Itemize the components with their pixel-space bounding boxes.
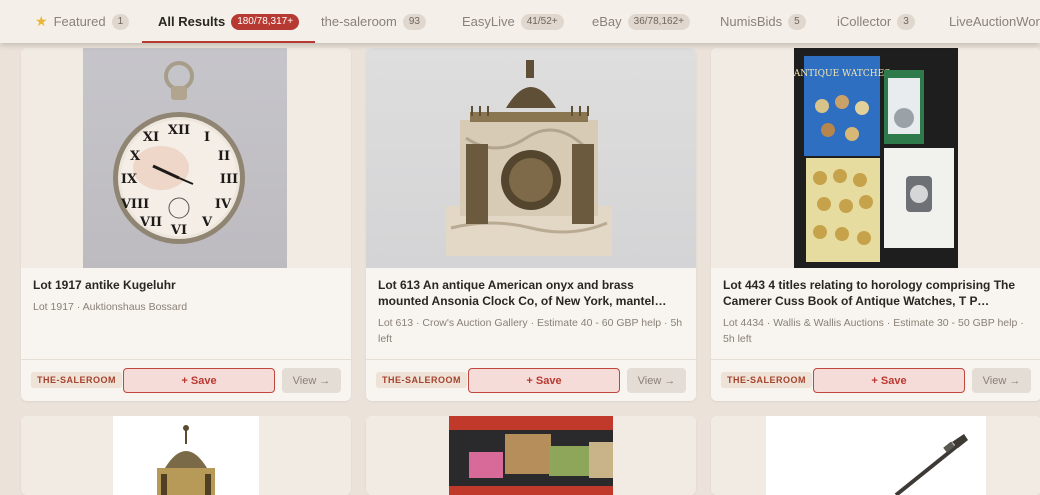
tab-label: EasyLive <box>462 14 515 29</box>
lantern-clock-photo <box>113 416 259 495</box>
result-card[interactable] <box>711 416 1040 495</box>
source-badge: THE-SALEROOM <box>721 372 812 388</box>
svg-text:III: III <box>220 172 238 187</box>
tab-label: All Results <box>158 14 226 29</box>
mantel-clock-photo <box>366 48 696 268</box>
result-card[interactable] <box>366 416 696 495</box>
result-card[interactable]: Lot 613 An antique American onyx and bra… <box>366 48 696 401</box>
view-button[interactable]: View → <box>282 368 341 393</box>
card-divider <box>711 359 1040 360</box>
result-card[interactable] <box>21 416 351 495</box>
card-image[interactable]: XII I II III IV V VI VII VIII IX X XI <box>21 48 351 268</box>
svg-text:VII: VII <box>139 215 162 230</box>
tab-count: 180/78,317+ <box>231 13 300 30</box>
card-image[interactable] <box>21 416 351 495</box>
tab-all-results[interactable]: All Results 180/78,317+ <box>141 0 316 43</box>
card-image[interactable]: ANTIQUE WATCHES <box>711 48 1040 268</box>
tab-label: eBay <box>592 14 622 29</box>
boxes-lot-photo <box>449 416 613 495</box>
result-card[interactable]: ANTIQUE WATCHES Lot 443 4 titles relatin… <box>711 48 1040 401</box>
book-cover-title: ANTIQUE WATCHES <box>794 69 890 79</box>
card-divider <box>21 359 351 360</box>
svg-text:I: I <box>204 130 210 145</box>
tab-count: 5 <box>788 13 806 30</box>
source-badge: THE-SALEROOM <box>376 372 467 388</box>
star-icon: ★ <box>35 13 48 29</box>
tab-label: NumisBids <box>720 14 783 29</box>
tab-label: iCollector <box>837 14 892 29</box>
tab-count: 36/78,162+ <box>627 13 690 30</box>
svg-text:X: X <box>130 149 141 164</box>
tab-count: 3 <box>897 13 915 30</box>
svg-text:V: V <box>201 215 213 230</box>
svg-text:IX: IX <box>121 172 138 187</box>
lot-title[interactable]: Lot 443 4 titles relating to horology co… <box>723 277 1029 309</box>
tab-label: the-saleroom <box>321 14 397 29</box>
save-button[interactable]: + Save <box>813 368 965 393</box>
tab-the-saleroom[interactable]: the-saleroom 93 <box>321 0 426 43</box>
pocket-watch-photo: XII I II III IV V VI VII VIII IX X XI <box>83 48 287 268</box>
lot-meta: Lot 1917 · Auktionshaus Bossard <box>33 301 188 313</box>
tab-count: 1 <box>111 13 130 30</box>
svg-text:XI: XI <box>143 130 159 145</box>
save-button[interactable]: + Save <box>123 368 275 393</box>
tab-easylive[interactable]: EasyLive 41/52+ <box>462 0 564 43</box>
source-tabs-bar: ★ Featured 1 All Results 180/78,317+ the… <box>0 0 1040 43</box>
horology-books-photo: ANTIQUE WATCHES <box>794 48 958 268</box>
tab-featured[interactable]: ★ Featured 1 <box>35 0 130 43</box>
tab-label: Featured <box>53 14 106 29</box>
tool-rod-photo <box>766 416 986 495</box>
view-button[interactable]: View → <box>627 368 686 393</box>
lot-title[interactable]: Lot 1917 antike Kugeluhr <box>33 277 339 293</box>
svg-text:XII: XII <box>168 123 190 138</box>
svg-text:II: II <box>218 149 230 164</box>
source-badge: THE-SALEROOM <box>31 372 122 388</box>
svg-text:VIII: VIII <box>120 197 149 212</box>
card-image[interactable] <box>366 416 696 495</box>
result-card[interactable]: XII I II III IV V VI VII VIII IX X XI Lo… <box>21 48 351 401</box>
view-button[interactable]: View → <box>972 368 1031 393</box>
tab-count: 41/52+ <box>520 13 564 30</box>
card-image[interactable] <box>711 416 1040 495</box>
tab-count: 93 <box>402 13 426 30</box>
tab-numisbids[interactable]: NumisBids 5 <box>720 0 806 43</box>
tab-label: LiveAuctionWor <box>949 14 1040 29</box>
svg-text:VI: VI <box>170 223 187 238</box>
lot-meta: Lot 613 · Crow's Auction Gallery · Estim… <box>378 317 683 345</box>
lot-title[interactable]: Lot 613 An antique American onyx and bra… <box>378 277 684 309</box>
tab-ebay[interactable]: eBay 36/78,162+ <box>592 0 690 43</box>
tab-icollector[interactable]: iCollector 3 <box>837 0 915 43</box>
card-divider <box>366 359 696 360</box>
tab-liveauctionworld[interactable]: LiveAuctionWor <box>949 0 1040 43</box>
card-image[interactable] <box>366 48 696 268</box>
lot-meta: Lot 4434 · Wallis & Wallis Auctions · Es… <box>723 317 1024 345</box>
svg-text:IV: IV <box>215 197 232 212</box>
save-button[interactable]: + Save <box>468 368 620 393</box>
